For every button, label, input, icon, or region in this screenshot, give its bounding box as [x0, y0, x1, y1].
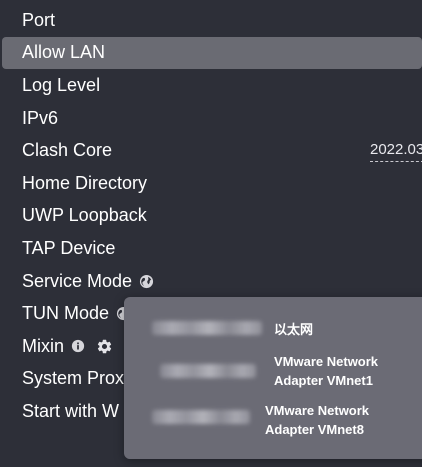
network-interfaces-popover: 以太网 VMware Network Adapter VMnet1 VMware… [124, 297, 422, 459]
interface-name-line: Adapter VMnet8 [265, 422, 364, 437]
redacted-ip-address [152, 321, 262, 335]
interface-name: 以太网 [274, 322, 314, 337]
setting-label: Log Level [22, 74, 101, 95]
interface-name-line: Adapter VMnet1 [274, 373, 373, 388]
setting-label: Port [22, 9, 56, 30]
setting-label: Clash Core [22, 140, 113, 161]
setting-label: Start with W [22, 400, 120, 421]
interface-name: VMware Network Adapter VMnet1 [274, 352, 378, 390]
setting-port[interactable]: Port [0, 4, 422, 37]
clash-core-version[interactable]: 2022.03 [370, 140, 422, 163]
gear-icon[interactable] [96, 338, 113, 355]
setting-label: Home Directory [22, 172, 148, 193]
setting-label: Allow LAN [22, 42, 106, 63]
setting-log-level[interactable]: Log Level [0, 69, 422, 102]
setting-label: System Prox [22, 368, 125, 389]
setting-service-mode[interactable]: Service Mode [0, 265, 422, 298]
setting-label: UWP Loopback [22, 205, 147, 226]
setting-label: IPv6 [22, 107, 59, 128]
interface-name: VMware Network Adapter VMnet8 [265, 401, 369, 439]
setting-label: TUN Mode [22, 303, 110, 324]
redacted-ip-address [160, 364, 256, 378]
info-icon[interactable] [71, 339, 85, 353]
setting-uwp-loopback[interactable]: UWP Loopback [0, 200, 422, 233]
interface-name-line: VMware Network [265, 403, 370, 418]
setting-label: Mixin [22, 335, 65, 356]
globe-icon[interactable] [139, 274, 154, 289]
setting-tap-device[interactable]: TAP Device [0, 232, 422, 265]
interface-name-line: VMware Network [274, 354, 379, 369]
setting-label: Service Mode [22, 270, 133, 291]
setting-home-directory[interactable]: Home Directory [0, 167, 422, 200]
setting-clash-core[interactable]: Clash Core 2022.03 [0, 134, 422, 167]
setting-allow-lan[interactable]: Allow LAN [2, 36, 422, 70]
setting-label: TAP Device [22, 237, 116, 258]
setting-ipv6[interactable]: IPv6 [0, 102, 422, 135]
redacted-ip-address [152, 410, 250, 424]
